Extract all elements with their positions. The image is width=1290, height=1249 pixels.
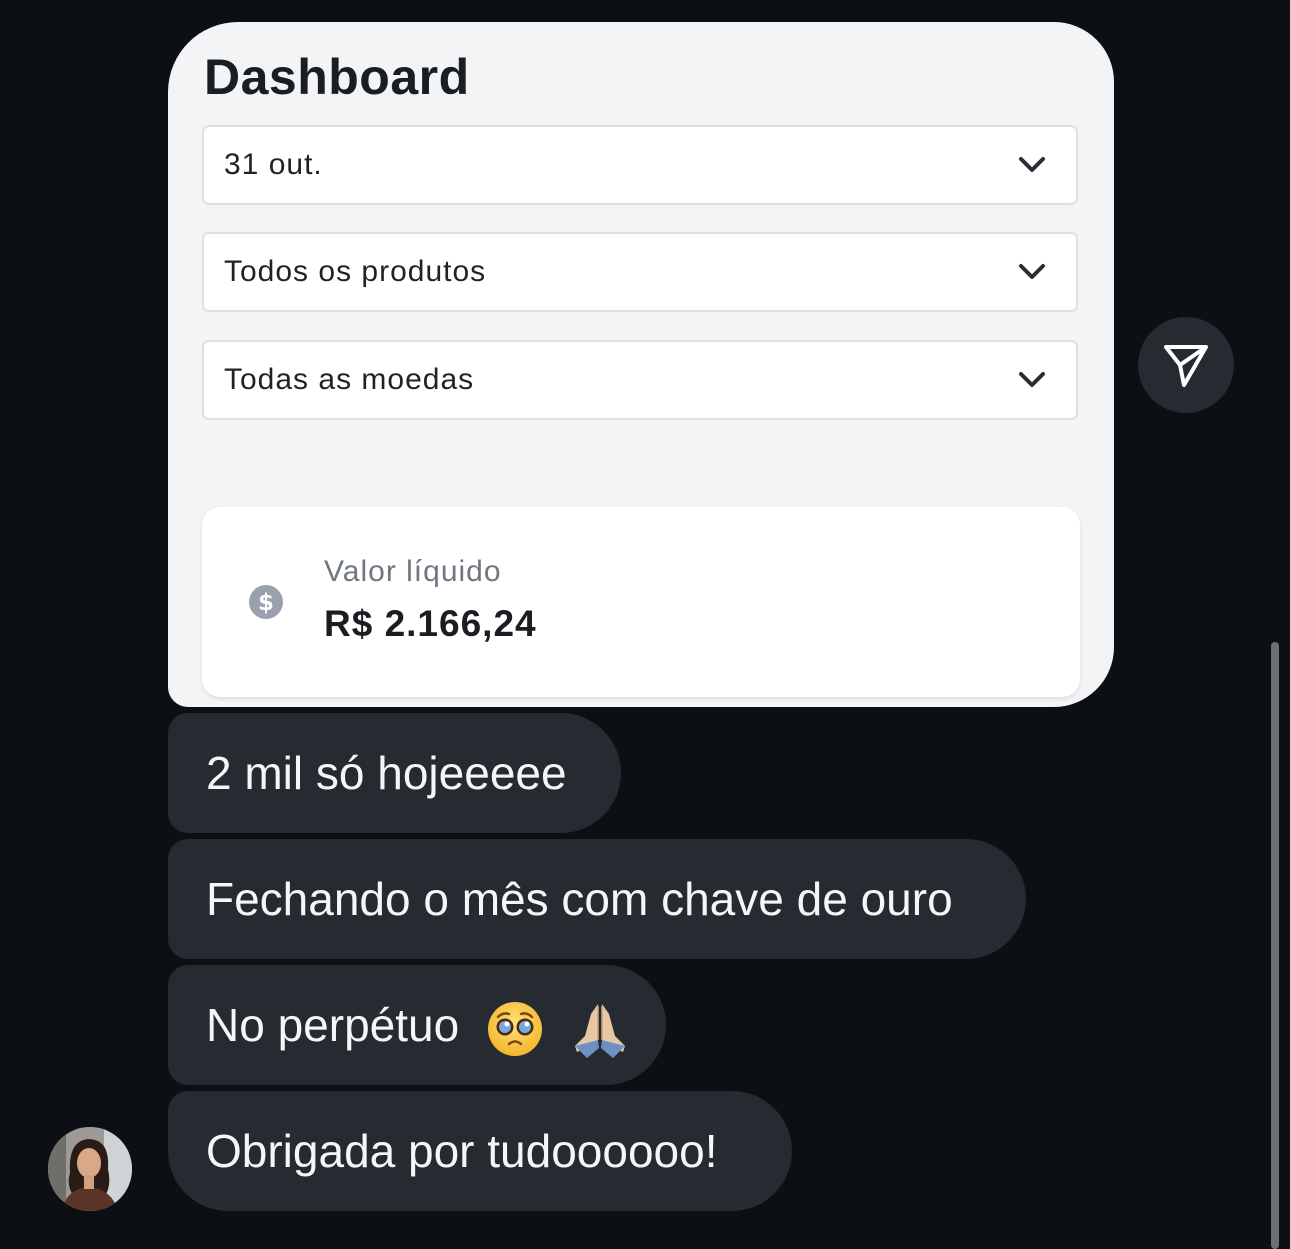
message-text: No perpétuo	[206, 999, 460, 1051]
message-bubble[interactable]: Fechando o mês com chave de ouro	[168, 839, 1026, 959]
net-value-label: Valor líquido	[324, 555, 502, 588]
message-text: 2 mil só hojeeeee	[206, 747, 567, 799]
folded-hands-emoji-icon	[574, 1003, 625, 1058]
chevron-down-icon	[1019, 372, 1045, 387]
chevron-down-icon	[1019, 264, 1045, 279]
message-text: Fechando o mês com chave de ouro	[206, 873, 953, 925]
message-bubble[interactable]: 2 mil só hojeeeee	[168, 713, 621, 833]
chat-thread: Dashboard 31 out. Todos os produtos Toda…	[0, 0, 1290, 1249]
message-bubble[interactable]: No perpétuo	[168, 965, 666, 1085]
net-value-amount: R$ 2.166,24	[324, 603, 537, 644]
paper-plane-icon	[1164, 345, 1208, 387]
dollar-circle-icon: $	[249, 585, 283, 619]
dashboard-title: Dashboard	[204, 49, 470, 105]
message-bubble[interactable]: Obrigada por tudoooooo!	[168, 1091, 792, 1211]
avatar-photo	[48, 1127, 132, 1211]
date-select[interactable]: 31 out.	[202, 125, 1078, 205]
share-button[interactable]	[1138, 317, 1234, 413]
products-select-value: Todos os produtos	[224, 255, 487, 288]
net-value-card: $ Valor líquido R$ 2.166,24	[202, 507, 1080, 697]
svg-text:$: $	[258, 590, 274, 616]
shared-image-card[interactable]: Dashboard 31 out. Todos os produtos Toda…	[168, 22, 1114, 707]
products-select[interactable]: Todos os produtos	[202, 232, 1078, 312]
date-select-value: 31 out.	[224, 148, 323, 181]
currencies-select[interactable]: Todas as moedas	[202, 340, 1078, 420]
avatar[interactable]	[48, 1127, 132, 1211]
pleading-face-emoji-icon	[487, 1001, 542, 1056]
currencies-select-value: Todas as moedas	[224, 363, 475, 396]
message-text: Obrigada por tudoooooo!	[206, 1125, 718, 1177]
chevron-down-icon	[1019, 157, 1045, 172]
scrollbar[interactable]	[1271, 642, 1279, 1249]
